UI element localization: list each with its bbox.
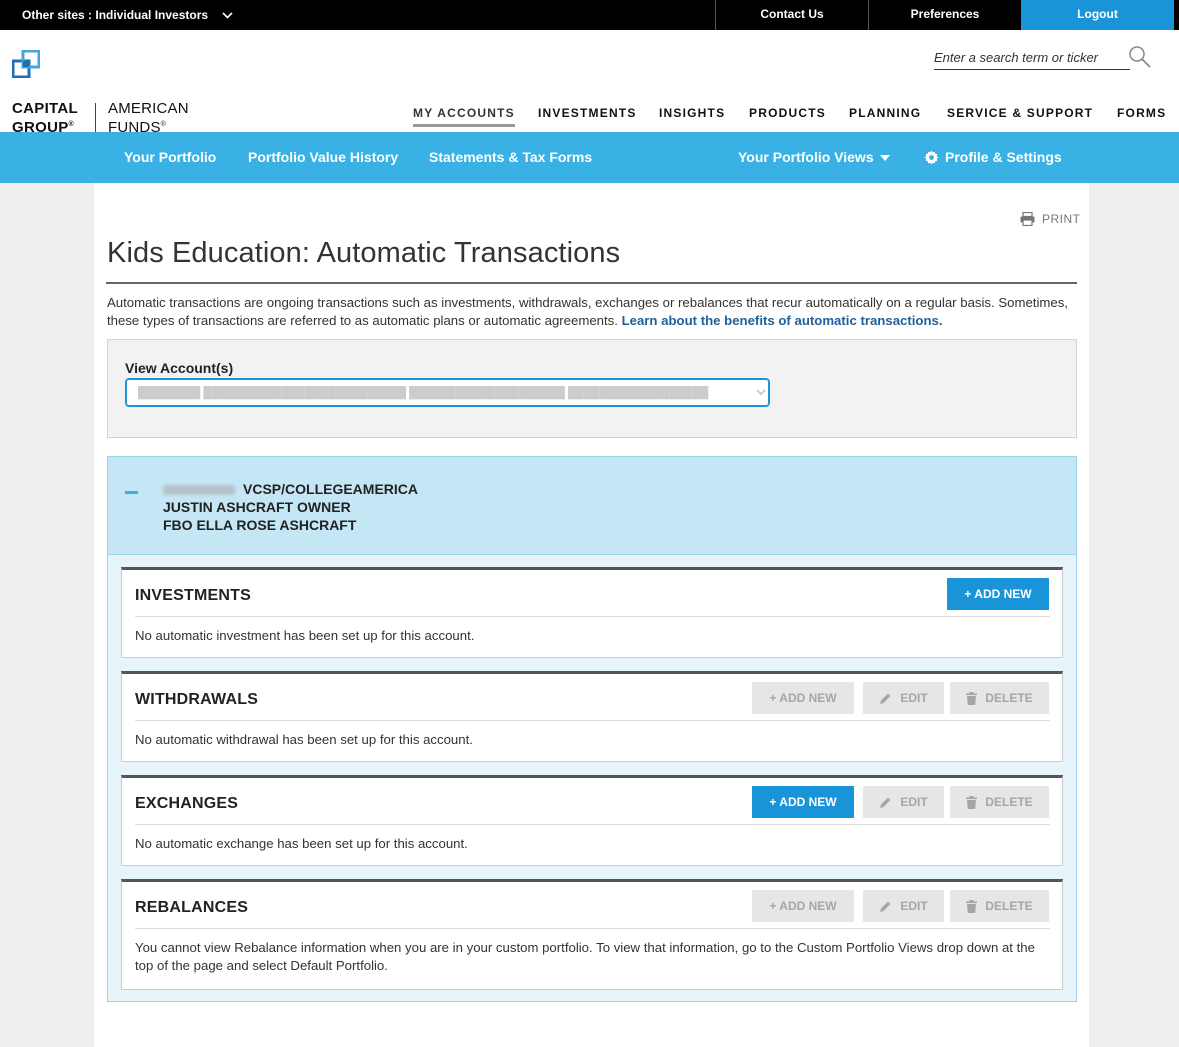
chevron-down-icon: [222, 11, 233, 19]
other-sites-label: Other sites : Individual Investors: [22, 7, 209, 22]
title-divider: [106, 282, 1077, 284]
search-input[interactable]: [934, 48, 1124, 65]
contact-us-link[interactable]: Contact Us: [715, 0, 868, 30]
preferences-link[interactable]: Preferences: [868, 0, 1021, 30]
investments-message: No automatic investment has been set up …: [135, 628, 475, 643]
search-box: [934, 48, 1130, 70]
page-title: Kids Education: Automatic Transactions: [107, 237, 621, 269]
pencil-icon: [880, 797, 891, 808]
trash-icon: [966, 899, 978, 913]
account-number-redacted: [163, 485, 235, 496]
main-nav: MY ACCOUNTS INVESTMENTS INSIGHTS PRODUCT…: [0, 106, 1179, 127]
rebalances-message: You cannot view Rebalance information wh…: [135, 940, 1035, 973]
nav-forms[interactable]: FORMS: [1117, 106, 1166, 120]
exchanges-delete-button[interactable]: DELETE: [950, 786, 1049, 818]
exchanges-message: No automatic exchange has been set up fo…: [135, 836, 468, 851]
caret-down-icon: [879, 154, 890, 161]
trash-icon: [966, 795, 978, 809]
nav-service-support[interactable]: SERVICE & SUPPORT: [947, 106, 1093, 120]
nav-investments[interactable]: INVESTMENTS: [538, 106, 637, 120]
account-line-2: JUSTIN ASHCRAFT OWNER: [163, 499, 351, 515]
account-transactions: INVESTMENTS + ADD NEW No automatic inves…: [107, 554, 1077, 1002]
search-icon[interactable]: [1128, 45, 1152, 69]
account-name: VCSP/COLLEGEAMERICA JUSTIN ASHCRAFT OWNE…: [163, 480, 418, 534]
site-header: CAPITAL GROUP® AMERICAN FUNDS® MY ACCOUN…: [0, 30, 1179, 136]
exchanges-title: EXCHANGES: [135, 795, 239, 812]
gear-icon: [924, 150, 939, 165]
nav-planning[interactable]: PLANNING: [849, 106, 921, 120]
section-divider: [135, 928, 1050, 929]
withdrawals-edit-button[interactable]: EDIT: [863, 682, 944, 714]
other-sites-dropdown[interactable]: Other sites : Individual Investors: [22, 0, 233, 30]
nav-products[interactable]: PRODUCTS: [749, 106, 826, 120]
top-bar: Other sites : Individual Investors Conta…: [0, 0, 1179, 30]
logout-button[interactable]: Logout: [1021, 0, 1174, 30]
account-line-3: FBO ELLA ROSE ASHCRAFT: [163, 517, 357, 533]
rebalances-section: REBALANCES + ADD NEW EDIT DELETE You can…: [121, 879, 1063, 990]
benefits-link[interactable]: Learn about the benefits of automatic tr…: [622, 313, 943, 328]
subnav-statements-tax-forms[interactable]: Statements & Tax Forms: [429, 132, 592, 183]
pencil-icon: [880, 693, 891, 704]
exchanges-edit-button[interactable]: EDIT: [863, 786, 944, 818]
view-accounts-panel: View Account(s) ████████ ███████████████…: [107, 339, 1077, 438]
nav-insights[interactable]: INSIGHTS: [659, 106, 725, 120]
print-button[interactable]: PRINT: [1020, 212, 1081, 226]
printer-icon: [1020, 212, 1035, 226]
account-subnav: Your Portfolio Portfolio Value History S…: [0, 132, 1179, 183]
pencil-icon: [880, 901, 891, 912]
rebalances-add-new-button[interactable]: + ADD NEW: [752, 890, 854, 922]
delete-label: DELETE: [985, 691, 1033, 705]
withdrawals-title: WITHDRAWALS: [135, 691, 259, 708]
exchanges-section: EXCHANGES + ADD NEW EDIT DELETE No autom…: [121, 775, 1063, 866]
rebalances-delete-button[interactable]: DELETE: [950, 890, 1049, 922]
investments-section: INVESTMENTS + ADD NEW No automatic inves…: [121, 567, 1063, 658]
print-label: PRINT: [1042, 212, 1081, 226]
trash-icon: [966, 691, 978, 705]
withdrawals-message: No automatic withdrawal has been set up …: [135, 732, 473, 747]
edit-label: EDIT: [900, 899, 928, 913]
profile-settings-label: Profile & Settings: [945, 149, 1062, 165]
edit-label: EDIT: [900, 691, 928, 705]
main-content: PRINT Kids Education: Automatic Transact…: [94, 183, 1089, 1047]
rebalances-edit-button[interactable]: EDIT: [863, 890, 944, 922]
account-line-1: VCSP/COLLEGEAMERICA: [243, 481, 419, 497]
withdrawals-delete-button[interactable]: DELETE: [950, 682, 1049, 714]
subnav-portfolio-value-history[interactable]: Portfolio Value History: [248, 132, 398, 183]
section-divider: [135, 720, 1050, 721]
withdrawals-add-new-button[interactable]: + ADD NEW: [752, 682, 854, 714]
withdrawals-section: WITHDRAWALS + ADD NEW EDIT DELETE No aut…: [121, 671, 1063, 762]
nav-my-accounts[interactable]: MY ACCOUNTS: [413, 106, 515, 127]
rebalances-title: REBALANCES: [135, 899, 249, 916]
account-select[interactable]: ████████ ██████████████████████████ ████…: [125, 378, 770, 407]
logo-mark-icon: [12, 50, 40, 78]
subnav-profile-settings[interactable]: Profile & Settings: [924, 132, 1062, 183]
portfolio-views-label: Your Portfolio Views: [738, 149, 874, 165]
investments-add-new-button[interactable]: + ADD NEW: [947, 578, 1049, 610]
investments-title: INVESTMENTS: [135, 587, 251, 604]
exchanges-add-new-button[interactable]: + ADD NEW: [752, 786, 854, 818]
collapse-icon[interactable]: [125, 491, 138, 494]
intro-paragraph: Automatic transactions are ongoing trans…: [107, 294, 1082, 330]
section-divider: [135, 616, 1050, 617]
view-accounts-label: View Account(s): [125, 360, 234, 376]
account-header: VCSP/COLLEGEAMERICA JUSTIN ASHCRAFT OWNE…: [107, 456, 1077, 554]
delete-label: DELETE: [985, 899, 1033, 913]
subnav-your-portfolio[interactable]: Your Portfolio: [124, 132, 216, 183]
section-divider: [135, 824, 1050, 825]
subnav-portfolio-views[interactable]: Your Portfolio Views: [738, 132, 890, 183]
edit-label: EDIT: [900, 795, 928, 809]
delete-label: DELETE: [985, 795, 1033, 809]
